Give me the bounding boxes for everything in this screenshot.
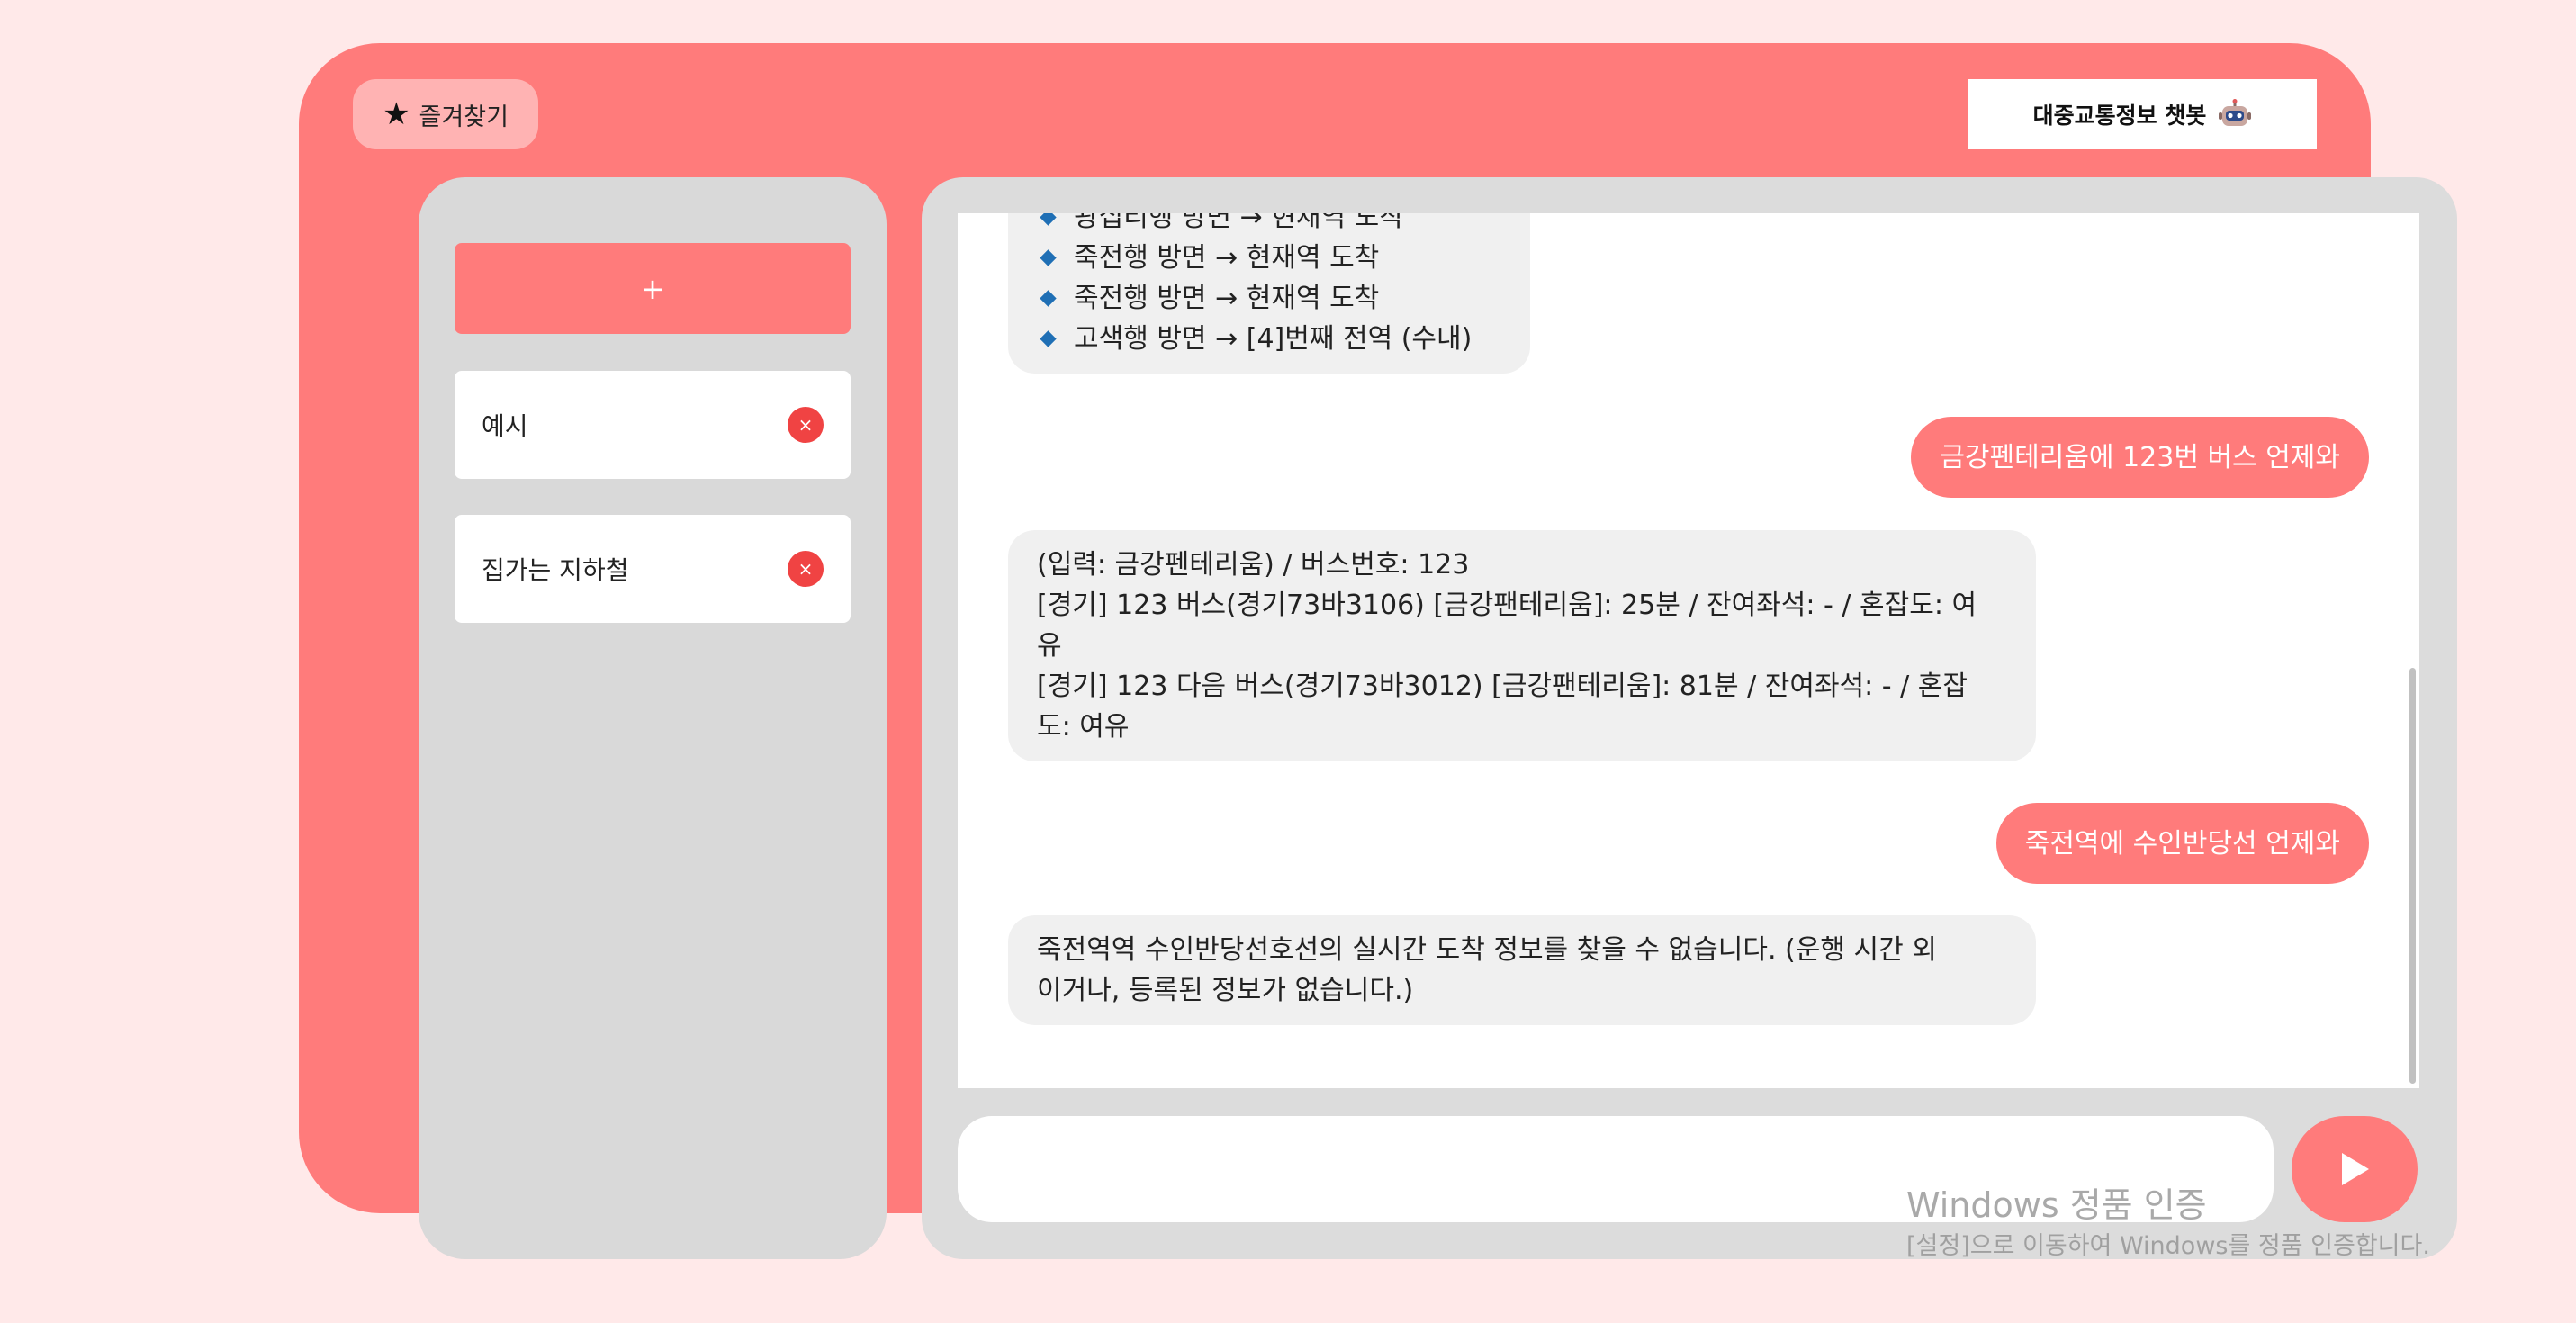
- bot-message: 왕십리행 방면 → 현재역 도착 죽전행 방면 → 현재역 도착 죽전행 방면 …: [1008, 213, 1530, 374]
- favorites-button[interactable]: ★ 즐겨찾기: [353, 79, 538, 149]
- bullet-diamond-icon: [1040, 330, 1057, 347]
- bullet-diamond-icon: [1040, 249, 1057, 266]
- sidebar-item-label: 예시: [482, 411, 528, 441]
- sidebar-item-subway-home[interactable]: 집가는 지하철 ×: [455, 515, 851, 623]
- star-icon: ★: [383, 96, 410, 132]
- app-title-box: 대중교통정보 챗봇: [1968, 79, 2317, 149]
- activation-watermark-subtitle: [설정]으로 이동하여 Windows를 정품 인증합니다.: [1906, 1232, 2430, 1260]
- chat-scrollbar-thumb[interactable]: [2409, 668, 2416, 1084]
- app-title: 대중교통정보 챗봇: [2032, 103, 2207, 129]
- favorites-label: 즐겨찾기: [419, 103, 509, 131]
- bot-message: 죽전역역 수인반당선호선의 실시간 도착 정보를 찾을 수 없습니다. (운행 …: [1008, 915, 2036, 1025]
- list-item: 죽전행 방면 → 현재역 도착: [1037, 238, 1501, 278]
- sidebar-item-label: 집가는 지하철: [482, 555, 629, 585]
- activation-watermark-title: Windows 정품 인증: [1906, 1185, 2207, 1225]
- list-item: 왕십리행 방면 → 현재역 도착: [1037, 213, 1501, 238]
- new-chat-button[interactable]: +: [455, 243, 851, 334]
- app-root: ★ 즐겨찾기 대중교통정보 챗봇 + 예시 × 집가는 지하철 × 왕십리행 방…: [0, 0, 2576, 1323]
- robot-icon: [2219, 99, 2252, 126]
- bullet-diamond-icon: [1040, 213, 1057, 226]
- play-icon: [2342, 1153, 2369, 1185]
- chat-message-area[interactable]: 왕십리행 방면 → 현재역 도착 죽전행 방면 → 현재역 도착 죽전행 방면 …: [958, 213, 2419, 1088]
- bullet-diamond-icon: [1040, 290, 1057, 307]
- sidebar: [419, 177, 887, 1259]
- user-message: 죽전역에 수인반당선 언제와: [1995, 803, 2369, 884]
- user-message: 금강펜테리움에 123번 버스 언제와: [1911, 417, 2369, 498]
- sidebar-item-example[interactable]: 예시 ×: [455, 371, 851, 479]
- delete-session-button[interactable]: ×: [788, 407, 824, 443]
- send-button[interactable]: [2292, 1116, 2418, 1222]
- bot-message: (입력: 금강펜테리움) / 버스번호: 123 [경기] 123 버스(경기7…: [1008, 530, 2036, 761]
- delete-session-button[interactable]: ×: [788, 551, 824, 587]
- list-item: 죽전행 방면 → 현재역 도착: [1037, 278, 1501, 319]
- list-item: 고색행 방면 → [4]번째 전역 (수내): [1037, 319, 1501, 359]
